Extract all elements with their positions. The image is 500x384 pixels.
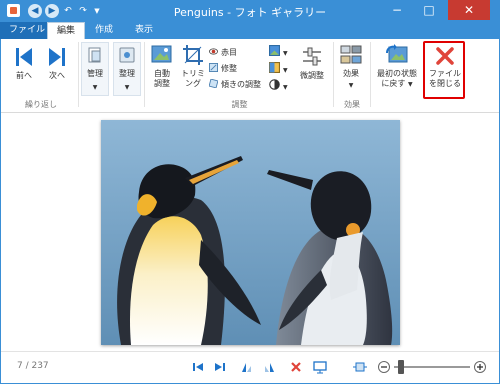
penguins-image — [101, 120, 400, 345]
color-icon — [269, 62, 280, 73]
auto-adjust-label: 自動 調整 — [154, 69, 170, 88]
next-button[interactable]: 次へ — [42, 45, 72, 81]
ribbon-divider — [144, 42, 145, 107]
delete-icon[interactable] — [289, 360, 303, 374]
close-x-icon — [436, 47, 454, 65]
sliders-icon — [303, 47, 321, 66]
exposure-button[interactable]: ▼ — [269, 45, 288, 59]
color-button[interactable]: ▼ — [269, 62, 288, 76]
ribbon-divider — [370, 42, 371, 107]
revert-dropdown-icon: ▼ — [407, 81, 413, 88]
auto-adjust-icon — [151, 45, 172, 63]
effects-dropdown-icon: ▼ — [348, 82, 354, 89]
straighten-icon — [209, 79, 218, 88]
exposure-dropdown-icon: ▼ — [283, 50, 288, 57]
next-icon — [49, 48, 65, 66]
tab-view[interactable]: 表示 — [126, 22, 162, 39]
red-eye-label: 赤目 — [221, 48, 237, 57]
retouch-button[interactable]: 修整 — [209, 63, 237, 74]
first-image-icon[interactable] — [191, 360, 205, 374]
tab-edit[interactable]: 編集 — [47, 22, 86, 39]
close-file-label: ファイル を閉じる — [429, 69, 461, 88]
retouch-icon — [209, 63, 218, 72]
effects-button[interactable]: 効果 ▼ — [336, 43, 366, 91]
zoom-slider-track[interactable] — [394, 366, 470, 368]
zoom-out-icon[interactable] — [377, 360, 391, 374]
status-bar: 7 / 237 — [1, 351, 499, 383]
next-image-icon[interactable] — [213, 360, 227, 374]
exposure-icon — [269, 45, 280, 56]
window-close-button[interactable]: ✕ — [448, 0, 490, 20]
auto-adjust-button[interactable]: 自動 調整 — [147, 43, 177, 89]
organize-icon — [119, 47, 135, 63]
manage-label: 管理 — [87, 69, 103, 78]
zoom-slider-thumb[interactable] — [398, 360, 404, 374]
fine-tune-label: 微調整 — [300, 71, 324, 80]
actual-size-icon[interactable] — [353, 360, 367, 374]
trim-label: トリミ ング — [181, 69, 205, 88]
contrast-icon — [269, 79, 280, 90]
organize-button[interactable]: 整理 ▼ — [113, 42, 141, 96]
eye-icon — [209, 48, 218, 55]
slideshow-icon[interactable] — [313, 360, 327, 374]
close-file-button[interactable]: ファイル を閉じる — [425, 45, 465, 89]
previous-label: 前へ — [16, 71, 32, 80]
title-bar: ◀ ▶ ↶ ↷ ▼ Penguins - フォト ギャラリー − □ ✕ — [0, 0, 500, 22]
contrast-dropdown-icon: ▼ — [283, 84, 288, 91]
color-dropdown-icon: ▼ — [283, 67, 288, 74]
zoom-in-icon[interactable] — [473, 360, 487, 374]
ribbon: 前へ 次へ 繰り返し 管理 ▼ 整理 ▼ 自動 調整 トリミ ング 赤目 修整 … — [1, 39, 499, 113]
effects-label: 効果 — [343, 69, 359, 78]
manage-button[interactable]: 管理 ▼ — [81, 42, 109, 96]
ribbon-divider — [333, 42, 334, 107]
organize-dropdown-icon: ▼ — [124, 84, 130, 91]
effects-group-label: 効果 — [344, 100, 360, 109]
straighten-button[interactable]: 傾きの調整 — [209, 79, 261, 90]
red-eye-button[interactable]: 赤目 — [209, 47, 237, 58]
image-counter: 7 / 237 — [17, 361, 49, 371]
next-label: 次へ — [49, 71, 65, 80]
rotate-right-icon[interactable] — [263, 360, 277, 374]
effects-icon — [340, 45, 362, 64]
penguins-photo — [101, 120, 400, 345]
manage-dropdown-icon: ▼ — [92, 84, 98, 91]
straighten-label: 傾きの調整 — [221, 80, 261, 89]
adjust-group-label: 調整 — [231, 100, 248, 109]
contrast-button[interactable]: ▼ — [269, 79, 288, 93]
trim-button[interactable]: トリミ ング — [179, 43, 207, 89]
previous-button[interactable]: 前へ — [9, 45, 39, 81]
manage-icon — [88, 47, 101, 63]
previous-icon — [16, 48, 32, 66]
maximize-button[interactable]: □ — [416, 0, 442, 20]
organize-label: 整理 — [119, 69, 135, 78]
retouch-label: 修整 — [221, 64, 237, 73]
tab-file[interactable]: ファイル — [0, 22, 55, 39]
fine-tune-button[interactable]: 微調整 — [295, 45, 329, 81]
repeat-group-label: 繰り返し — [25, 100, 57, 109]
photo-gallery-window: ◀ ▶ ↶ ↷ ▼ Penguins - フォト ギャラリー − □ ✕ ファイ… — [0, 0, 500, 384]
minimize-button[interactable]: − — [384, 0, 410, 20]
revert-icon — [386, 44, 408, 63]
revert-button[interactable]: 最初の状態 に戻す ▼ — [373, 43, 421, 90]
ribbon-tabs: ファイル 編集 作成 表示 — [0, 22, 500, 39]
ribbon-divider — [78, 42, 79, 107]
tab-create[interactable]: 作成 — [86, 22, 122, 39]
rotate-left-icon[interactable] — [239, 360, 253, 374]
crop-icon — [183, 45, 203, 65]
